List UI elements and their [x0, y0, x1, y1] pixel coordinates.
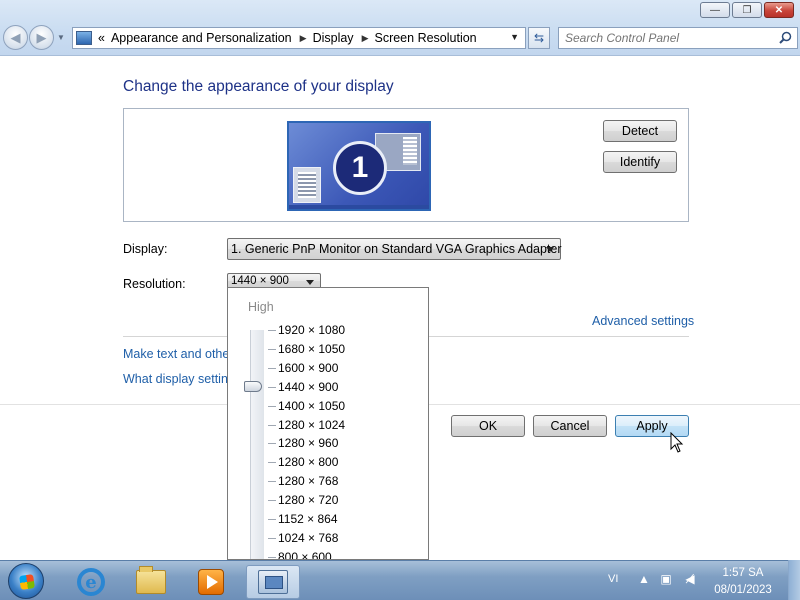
- clock-date: 08/01/2023: [714, 584, 772, 596]
- taskbar-media-player[interactable]: [184, 565, 238, 599]
- taskbar-internet-explorer[interactable]: e: [64, 565, 118, 599]
- resolution-select-value: 1440 × 900: [231, 275, 289, 287]
- detect-button[interactable]: Detect: [603, 120, 677, 142]
- display-select-value: 1. Generic PnP Monitor on Standard VGA G…: [231, 242, 562, 256]
- resolution-option[interactable]: 1280 × 720: [278, 493, 338, 507]
- resolution-option[interactable]: 1280 × 1024: [278, 418, 345, 432]
- clock[interactable]: 1:57 SA 08/01/2023: [708, 565, 778, 599]
- chevron-down-icon: [306, 280, 314, 285]
- resolution-option[interactable]: 800 × 600: [278, 550, 332, 559]
- media-player-icon: [198, 569, 224, 595]
- show-desktop-button[interactable]: [788, 560, 800, 600]
- page-title: Change the appearance of your display: [123, 78, 394, 95]
- text-size-link[interactable]: Make text and other: [123, 347, 233, 361]
- resolution-option[interactable]: 1024 × 768: [278, 531, 338, 545]
- resolution-option[interactable]: 1400 × 1050: [278, 399, 345, 413]
- slider-tick-mark: [268, 386, 276, 388]
- resolution-slider-thumb[interactable]: [244, 381, 262, 392]
- folder-icon: [136, 566, 166, 594]
- address-bar[interactable]: « Appearance and Personalization ▶ Displ…: [72, 27, 526, 49]
- breadcrumb-screen-resolution[interactable]: Screen Resolution: [374, 31, 476, 45]
- forward-arrow-icon: ▶: [36, 29, 47, 45]
- maximize-button[interactable]: ❐: [732, 2, 762, 18]
- back-arrow-icon: ◀: [10, 29, 21, 45]
- resolution-option[interactable]: 1152 × 864: [278, 512, 338, 526]
- resolution-label: Resolution:: [123, 277, 186, 291]
- resolution-dropdown: High 1920 × 1080 1680 × 1050 1600 × 900 144…: [227, 287, 429, 560]
- window-thumbnail-icon: [293, 167, 321, 203]
- resolution-option[interactable]: 1440 × 900: [278, 380, 338, 394]
- slider-tick-mark: [268, 537, 276, 539]
- advanced-settings-link[interactable]: Advanced settings: [592, 314, 694, 328]
- monitor-number-badge: 1: [333, 141, 387, 195]
- window-frame: — ❐ ✕ ◀ ▶ ▼ « Appearance and Personaliza…: [0, 0, 800, 56]
- resolution-option[interactable]: 1680 × 1050: [278, 342, 345, 356]
- resolution-slider-track[interactable]: [250, 330, 264, 559]
- network-icon[interactable]: ▣: [658, 572, 674, 586]
- back-button[interactable]: ◀: [3, 25, 28, 50]
- resolution-option[interactable]: 1280 × 800: [278, 455, 338, 469]
- taskbar-file-explorer[interactable]: [124, 565, 178, 599]
- minimize-button[interactable]: —: [700, 2, 730, 18]
- slider-tick-mark: [268, 556, 276, 558]
- resolution-option[interactable]: 1280 × 960: [278, 436, 338, 450]
- resolution-option[interactable]: 1600 × 900: [278, 361, 338, 375]
- breadcrumb-separator-icon[interactable]: ▶: [362, 33, 369, 44]
- slider-tick-mark: [268, 462, 276, 464]
- display-settings-help-link[interactable]: What display setting: [123, 372, 235, 386]
- slider-tick-mark: [268, 424, 276, 426]
- internet-explorer-icon: e: [77, 568, 105, 596]
- taskbar: e: [0, 560, 800, 600]
- chevron-down-icon: [546, 247, 554, 252]
- slider-tick-mark: [268, 367, 276, 369]
- breadcrumb-display[interactable]: Display: [313, 31, 354, 45]
- slider-tick-mark: [268, 348, 276, 350]
- slider-tick-mark: [268, 405, 276, 407]
- resolution-option[interactable]: 1280 × 768: [278, 474, 338, 488]
- search-input[interactable]: [559, 31, 769, 45]
- taskbar-control-panel[interactable]: [246, 565, 300, 599]
- monitor-taskbar-strip: [289, 205, 429, 209]
- slider-tick-mark: [268, 330, 276, 331]
- window-controls: — ❐ ✕: [698, 2, 794, 18]
- forward-button[interactable]: ▶: [29, 25, 54, 50]
- nav-buttons: ◀ ▶ ▼: [3, 25, 65, 50]
- clock-time: 1:57 SA: [722, 567, 764, 579]
- search-box[interactable]: [558, 27, 798, 49]
- breadcrumb-overflow[interactable]: «: [98, 31, 105, 45]
- breadcrumb-separator-icon[interactable]: ▶: [300, 33, 307, 44]
- recent-pages-dropdown-icon[interactable]: ▼: [57, 33, 65, 42]
- slider-tick-mark: [268, 519, 276, 520]
- refresh-icon: ⇆: [533, 31, 545, 45]
- close-button[interactable]: ✕: [764, 2, 794, 18]
- language-indicator[interactable]: VI: [608, 573, 618, 585]
- mouse-cursor-icon: [670, 432, 684, 453]
- resolution-high-label: High: [248, 300, 274, 314]
- address-dropdown-icon[interactable]: ▼: [510, 32, 519, 42]
- breadcrumb-appearance[interactable]: Appearance and Personalization: [111, 31, 292, 45]
- volume-muted-icon[interactable]: ◀̸: [682, 572, 698, 586]
- control-panel-icon: [76, 31, 92, 45]
- start-button[interactable]: [8, 563, 44, 599]
- cancel-button[interactable]: Cancel: [533, 415, 607, 437]
- display-select[interactable]: 1. Generic PnP Monitor on Standard VGA G…: [227, 238, 562, 260]
- identify-button[interactable]: Identify: [603, 151, 677, 173]
- slider-tick-mark: [268, 500, 276, 502]
- refresh-button[interactable]: ⇆: [528, 27, 550, 49]
- show-hidden-icons-icon[interactable]: ▲: [636, 572, 652, 586]
- control-panel-icon: [258, 570, 288, 594]
- display-label: Display:: [123, 242, 168, 256]
- slider-tick-mark: [268, 443, 276, 445]
- slider-tick-mark: [268, 481, 276, 483]
- ok-button[interactable]: OK: [451, 415, 525, 437]
- monitor-1-preview[interactable]: 1: [287, 121, 431, 211]
- monitor-panel: 1 Detect Identify: [123, 108, 689, 222]
- search-icon[interactable]: [779, 31, 792, 44]
- resolution-option[interactable]: 1920 × 1080: [278, 323, 345, 337]
